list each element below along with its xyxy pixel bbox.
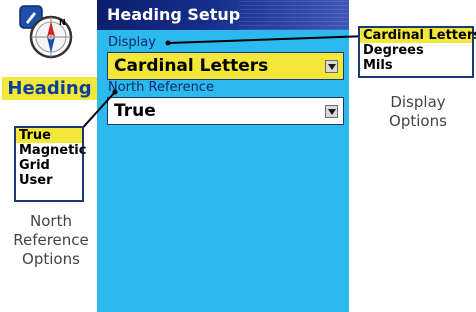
chevron-down-icon [325,60,338,73]
titlebar: Heading Setup [97,0,349,30]
heading-setup-screen: Heading Setup Display Cardinal Letters N… [97,0,349,312]
display-option-degrees[interactable]: Degrees [360,43,472,58]
display-option-cardinal-letters[interactable]: Cardinal Letters [360,28,476,43]
page-title: Heading Setup [107,5,241,24]
display-options-caption: Display Options [389,93,447,130]
app-label: Heading [2,77,97,100]
heading-compass-icon: N [18,4,74,60]
north-reference-options-list: True Magnetic Grid User [14,126,86,202]
north-reference-options-caption: North Reference Options [13,212,89,268]
display-label: Display [108,35,156,50]
north-option-magnetic[interactable]: Magnetic [16,143,86,158]
display-option-mils[interactable]: Mils [360,58,472,73]
north-reference-label: North Reference [108,80,214,95]
display-options-list: Cardinal Letters Degrees Mils [358,26,476,78]
north-reference-select[interactable]: True [107,97,344,125]
north-option-grid[interactable]: Grid [16,158,82,173]
north-option-user[interactable]: User [16,173,82,188]
display-value: Cardinal Letters [114,56,269,76]
svg-text:N: N [59,18,66,27]
display-select[interactable]: Cardinal Letters [107,52,344,80]
chevron-down-icon [325,105,338,118]
north-reference-value: True [114,101,156,121]
north-option-true[interactable]: True [16,128,82,143]
